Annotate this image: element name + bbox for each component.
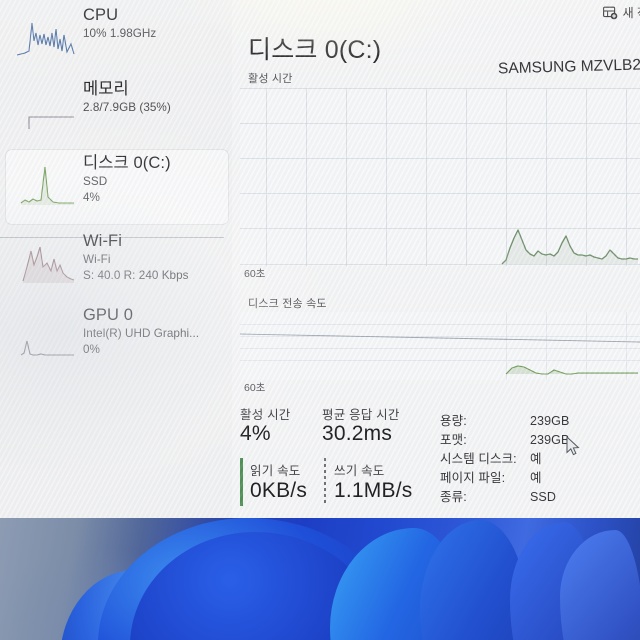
write-speed-color-bar bbox=[324, 458, 326, 506]
detail-value: 239GB bbox=[530, 433, 570, 447]
disk-graph-thumbnail bbox=[15, 159, 75, 205]
sidebar-item-sublabel2: 0% bbox=[83, 342, 100, 356]
detail-key: 포맷: bbox=[440, 433, 467, 447]
desktop-wallpaper bbox=[0, 510, 640, 640]
sidebar-item-disk[interactable]: 디스크 0(C:) SSD 4% bbox=[6, 150, 228, 224]
detail-row: 종류: SSD bbox=[440, 486, 569, 505]
sidebar-item-sublabel: Intel(R) UHD Graphi... bbox=[83, 327, 200, 340]
stat-label-write-speed: 쓰기 속도 bbox=[334, 464, 385, 478]
detail-value: 예 bbox=[530, 452, 542, 466]
sidebar-item-sublabel: 10% 1.98GHz bbox=[83, 27, 157, 40]
detail-row: 시스템 디스크: 예 bbox=[440, 448, 569, 467]
stat-value-active-time: 4% bbox=[240, 422, 271, 445]
detail-key: 시스템 디스크: bbox=[440, 452, 517, 466]
cpu-graph-thumbnail bbox=[15, 11, 75, 57]
page-title: 디스크 0(C:) bbox=[248, 36, 382, 64]
sidebar-item-sublabel: Wi-Fi bbox=[83, 253, 111, 266]
detail-value: 예 bbox=[530, 471, 542, 485]
disk-device-model: SAMSUNG MZVLB256 bbox=[497, 56, 640, 78]
sidebar-item-gpu-text: GPU 0 Intel(R) UHD Graphi... 0% bbox=[83, 302, 199, 357]
run-new-task-button[interactable]: 새 작 bbox=[602, 4, 640, 21]
disk-details-list: 용량: 239GB 포맷: 239GB 시스템 디스크: 예 페이지 파일: 예… bbox=[440, 410, 569, 505]
sidebar-item-label: 디스크 0(C:) bbox=[83, 154, 171, 172]
sidebar-item-wifi-text: Wi-Fi Wi-Fi S: 40.0 R: 240 Kbps bbox=[83, 228, 189, 283]
detail-row: 포맷: 239GB bbox=[440, 429, 569, 448]
detail-key: 페이지 파일: bbox=[440, 471, 506, 485]
sidebar-item-cpu-text: CPU 10% 1.98GHz bbox=[83, 2, 156, 42]
stat-value-read-speed: 0KB/s bbox=[250, 479, 308, 502]
stat-value-avg-response: 30.2ms bbox=[322, 422, 393, 445]
performance-sidebar[interactable]: CPU 10% 1.98GHz 메모리 2.8/7.9GB (35%) 디스크 … bbox=[0, 0, 232, 518]
active-time-axis-left: 60초 bbox=[244, 268, 266, 280]
stat-label-avg-response: 평균 응답 시간 bbox=[322, 408, 400, 422]
sidebar-item-disk-text: 디스크 0(C:) SSD 4% bbox=[83, 150, 171, 205]
detail-key: 종류: bbox=[440, 490, 467, 504]
wifi-graph-thumbnail bbox=[15, 237, 75, 283]
sidebar-item-label: CPU bbox=[83, 6, 119, 24]
sidebar-item-memory[interactable]: 메모리 2.8/7.9GB (35%) bbox=[6, 76, 228, 150]
sidebar-item-memory-text: 메모리 2.8/7.9GB (35%) bbox=[83, 76, 171, 116]
sidebar-item-sublabel: 2.8/7.9GB (35%) bbox=[83, 101, 171, 114]
mouse-cursor-icon bbox=[566, 435, 581, 462]
active-time-graph bbox=[240, 88, 640, 266]
sidebar-item-wifi[interactable]: Wi-Fi Wi-Fi S: 40.0 R: 240 Kbps bbox=[6, 228, 228, 302]
run-new-task-label: 새 작 bbox=[622, 6, 640, 20]
memory-graph-thumbnail bbox=[15, 85, 75, 131]
detail-row: 페이지 파일: 예 bbox=[440, 467, 569, 486]
sidebar-item-sublabel2: S: 40.0 R: 240 Kbps bbox=[83, 268, 189, 282]
screen-photo: CPU 10% 1.98GHz 메모리 2.8/7.9GB (35%) 디스크 … bbox=[0, 0, 640, 640]
sidebar-item-label: Wi-Fi bbox=[83, 232, 122, 250]
task-manager-window: CPU 10% 1.98GHz 메모리 2.8/7.9GB (35%) 디스크 … bbox=[0, 0, 640, 518]
stat-value-write-speed: 1.1MB/s bbox=[334, 479, 413, 502]
detail-value: SSD bbox=[530, 490, 557, 504]
sidebar-item-sublabel: SSD bbox=[83, 175, 108, 188]
new-task-icon bbox=[602, 6, 618, 20]
stat-label-active-time: 활성 시간 bbox=[240, 408, 291, 422]
sidebar-item-sublabel2: 4% bbox=[83, 190, 100, 204]
disk-transfer-rate-graph bbox=[240, 312, 640, 380]
detail-key: 용량: bbox=[440, 414, 467, 428]
transfer-rate-axis-left: 60초 bbox=[244, 382, 266, 394]
sidebar-item-label: 메모리 bbox=[83, 80, 129, 98]
gpu-graph-thumbnail bbox=[15, 311, 75, 357]
sidebar-item-label: GPU 0 bbox=[83, 306, 134, 324]
detail-value: 239GB bbox=[530, 414, 570, 428]
graph-caption-transfer-rate: 디스크 전송 속도 bbox=[248, 298, 327, 310]
stat-label-read-speed: 읽기 속도 bbox=[250, 464, 301, 478]
read-speed-color-bar bbox=[240, 458, 243, 506]
sidebar-item-gpu[interactable]: GPU 0 Intel(R) UHD Graphi... 0% bbox=[6, 302, 228, 376]
detail-row: 용량: 239GB bbox=[440, 410, 569, 429]
graph-caption-active-time: 활성 시간 bbox=[248, 73, 293, 85]
sidebar-item-cpu[interactable]: CPU 10% 1.98GHz bbox=[6, 2, 228, 76]
